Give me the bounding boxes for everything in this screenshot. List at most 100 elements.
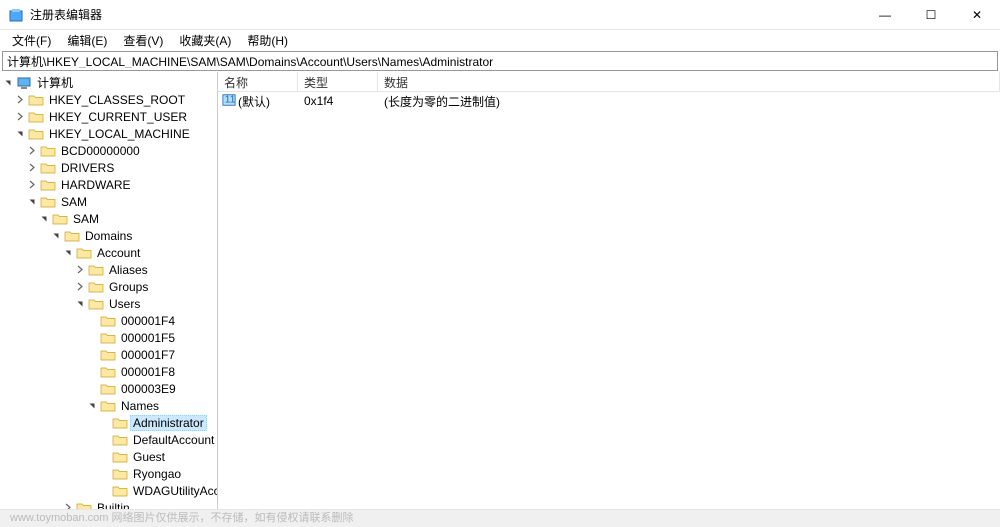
- tree-node-label[interactable]: Account: [94, 246, 143, 260]
- tree-node-label[interactable]: Ryongao: [130, 467, 184, 481]
- tree-panel[interactable]: 计算机 HKEY_CLASSES_ROOT HKEY_CURRENT_USER HKE…: [0, 72, 218, 509]
- chevron-right-icon[interactable]: [72, 279, 88, 295]
- tree-node[interactable]: Ryongao: [0, 465, 217, 482]
- tree-node-label[interactable]: Groups: [106, 280, 151, 294]
- expander-empty: [96, 466, 112, 482]
- chevron-down-icon[interactable]: [0, 75, 16, 91]
- tree-node[interactable]: 计算机: [0, 74, 217, 91]
- window-controls: — ☐ ✕: [862, 0, 1000, 29]
- tree-node-label[interactable]: Aliases: [106, 263, 151, 277]
- chevron-down-icon[interactable]: [36, 211, 52, 227]
- tree-node[interactable]: Names: [0, 397, 217, 414]
- folder-icon: [64, 228, 80, 244]
- menu-file[interactable]: 文件(F): [4, 30, 59, 51]
- value-row[interactable]: 110(默认)0x1f4(长度为零的二进制值): [218, 92, 1000, 110]
- tree-node-label[interactable]: 000001F5: [118, 331, 178, 345]
- tree-node[interactable]: Builtin: [0, 499, 217, 509]
- tree-node[interactable]: BCD00000000: [0, 142, 217, 159]
- tree-node-label[interactable]: 000001F7: [118, 348, 178, 362]
- menu-edit[interactable]: 编辑(E): [59, 30, 115, 51]
- tree-node[interactable]: Groups: [0, 278, 217, 295]
- values-header: 名称 类型 数据: [218, 72, 1000, 92]
- tree-node[interactable]: DRIVERS: [0, 159, 217, 176]
- tree-node[interactable]: 000001F7: [0, 346, 217, 363]
- minimize-button[interactable]: —: [862, 0, 908, 29]
- chevron-right-icon[interactable]: [12, 92, 28, 108]
- tree-node[interactable]: 000001F8: [0, 363, 217, 380]
- tree-node[interactable]: Administrator: [0, 414, 217, 431]
- col-type[interactable]: 类型: [298, 72, 378, 91]
- tree-node-label[interactable]: DefaultAccount: [130, 433, 217, 447]
- close-button[interactable]: ✕: [954, 0, 1000, 29]
- tree-node[interactable]: HKEY_LOCAL_MACHINE: [0, 125, 217, 142]
- chevron-down-icon[interactable]: [72, 296, 88, 312]
- chevron-right-icon[interactable]: [24, 143, 40, 159]
- address-input[interactable]: [3, 54, 997, 68]
- folder-icon: [40, 194, 56, 210]
- tree-node-label[interactable]: SAM: [70, 212, 102, 226]
- tree-node-label[interactable]: HKEY_CURRENT_USER: [46, 110, 190, 124]
- tree-node[interactable]: SAM: [0, 210, 217, 227]
- folder-icon: [88, 279, 104, 295]
- content-area: 计算机 HKEY_CLASSES_ROOT HKEY_CURRENT_USER HKE…: [0, 72, 1000, 509]
- chevron-down-icon[interactable]: [24, 194, 40, 210]
- tree-node-label[interactable]: Guest: [130, 450, 168, 464]
- tree-node[interactable]: Aliases: [0, 261, 217, 278]
- app-icon: [8, 7, 24, 23]
- tree-node-label[interactable]: Domains: [82, 229, 135, 243]
- tree-node[interactable]: Account: [0, 244, 217, 261]
- tree-node-label[interactable]: WDAGUtilityAccount: [130, 484, 218, 498]
- chevron-right-icon[interactable]: [24, 177, 40, 193]
- tree-node-label[interactable]: HARDWARE: [58, 178, 134, 192]
- chevron-right-icon[interactable]: [60, 500, 76, 510]
- folder-icon: [40, 160, 56, 176]
- tree-node-label[interactable]: 000001F8: [118, 365, 178, 379]
- tree-node-label[interactable]: Users: [106, 297, 143, 311]
- value-type-cell: 0x1f4: [298, 94, 378, 108]
- chevron-right-icon[interactable]: [72, 262, 88, 278]
- tree-node[interactable]: 000001F5: [0, 329, 217, 346]
- tree-node-label[interactable]: BCD00000000: [58, 144, 143, 158]
- menu-view[interactable]: 查看(V): [115, 30, 171, 51]
- tree-node-label[interactable]: SAM: [58, 195, 90, 209]
- tree-node[interactable]: HKEY_CLASSES_ROOT: [0, 91, 217, 108]
- col-name[interactable]: 名称: [218, 72, 298, 91]
- chevron-down-icon[interactable]: [12, 126, 28, 142]
- tree-node[interactable]: HARDWARE: [0, 176, 217, 193]
- menu-help[interactable]: 帮助(H): [239, 30, 296, 51]
- menu-favorites[interactable]: 收藏夹(A): [171, 30, 239, 51]
- tree-node[interactable]: 000003E9: [0, 380, 217, 397]
- folder-icon: [28, 126, 44, 142]
- tree-node-label[interactable]: 000003E9: [118, 382, 179, 396]
- chevron-right-icon[interactable]: [24, 160, 40, 176]
- chevron-down-icon[interactable]: [84, 398, 100, 414]
- expander-empty: [84, 347, 100, 363]
- tree-node-label[interactable]: 计算机: [34, 74, 76, 91]
- tree-node-label[interactable]: HKEY_CLASSES_ROOT: [46, 93, 188, 107]
- tree-node[interactable]: WDAGUtilityAccount: [0, 482, 217, 499]
- tree-node[interactable]: Domains: [0, 227, 217, 244]
- col-data[interactable]: 数据: [378, 72, 1000, 91]
- chevron-down-icon[interactable]: [60, 245, 76, 261]
- chevron-right-icon[interactable]: [12, 109, 28, 125]
- folder-icon: [100, 313, 116, 329]
- value-name: (默认): [238, 93, 270, 110]
- folder-icon: [112, 432, 128, 448]
- chevron-down-icon[interactable]: [48, 228, 64, 244]
- tree-node[interactable]: HKEY_CURRENT_USER: [0, 108, 217, 125]
- tree-node[interactable]: 000001F4: [0, 312, 217, 329]
- tree-node-label[interactable]: 000001F4: [118, 314, 178, 328]
- tree-node[interactable]: DefaultAccount: [0, 431, 217, 448]
- maximize-button[interactable]: ☐: [908, 0, 954, 29]
- tree-node-label[interactable]: DRIVERS: [58, 161, 117, 175]
- tree-node[interactable]: Guest: [0, 448, 217, 465]
- folder-icon: [112, 415, 128, 431]
- tree-node-label[interactable]: Builtin: [94, 501, 133, 510]
- tree-node-label[interactable]: Names: [118, 399, 162, 413]
- tree-node-label[interactable]: HKEY_LOCAL_MACHINE: [46, 127, 193, 141]
- tree-node[interactable]: Users: [0, 295, 217, 312]
- expander-empty: [84, 364, 100, 380]
- folder-icon: [112, 449, 128, 465]
- tree-node[interactable]: SAM: [0, 193, 217, 210]
- tree-node-label[interactable]: Administrator: [130, 415, 207, 431]
